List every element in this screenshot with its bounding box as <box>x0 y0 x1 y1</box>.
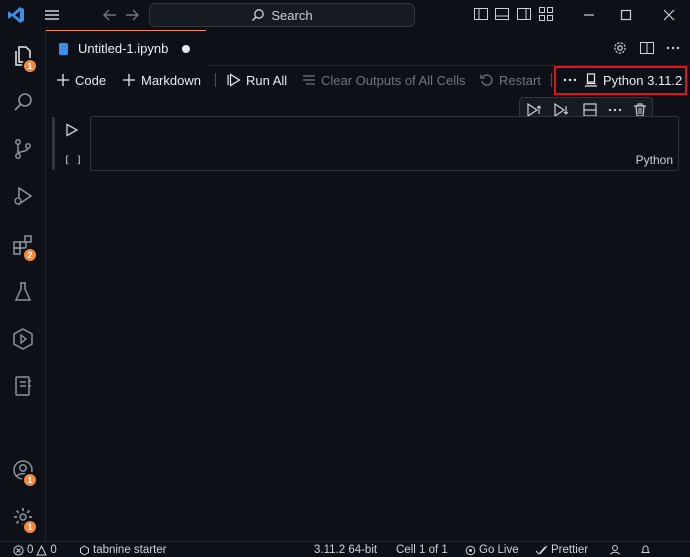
toggle-primary-sidebar-icon[interactable] <box>473 6 491 24</box>
explorer-badge: 1 <box>22 58 38 74</box>
customize-layout-icon[interactable] <box>538 6 556 24</box>
go-live-status[interactable]: Go Live <box>465 544 519 556</box>
clear-outputs-button[interactable]: Clear Outputs of All Cells <box>302 70 466 90</box>
prettier-status[interactable]: Prettier <box>535 544 588 556</box>
menu-icon[interactable] <box>43 6 61 24</box>
clear-all-icon <box>302 73 316 87</box>
source-control-item[interactable] <box>0 127 46 171</box>
run-all-button[interactable]: Run All <box>227 70 287 90</box>
tab-untitled-notebook[interactable]: Untitled-1.ipynb <box>46 30 206 66</box>
plus-icon <box>122 73 136 87</box>
extensions-item[interactable]: 2 <box>0 223 46 267</box>
tabnine-status[interactable]: tabnine starter <box>79 544 167 556</box>
restart-icon <box>480 73 494 87</box>
back-arrow-icon[interactable] <box>101 6 119 24</box>
tabnine-icon <box>79 544 90 556</box>
notebook-item[interactable] <box>0 364 46 408</box>
account-feedback-icon <box>609 544 621 555</box>
notebook-file-icon <box>58 42 70 56</box>
source-control-icon <box>11 137 35 161</box>
gear-icon[interactable] <box>612 40 628 56</box>
vscode-logo-icon <box>7 6 25 24</box>
feedback-status[interactable] <box>609 544 621 555</box>
bell-icon <box>640 544 651 555</box>
broadcast-icon <box>465 545 476 556</box>
explorer-item[interactable]: 1 <box>0 34 46 78</box>
add-code-cell-button[interactable]: Code <box>56 70 106 90</box>
plus-icon <box>56 73 70 87</box>
flask-icon <box>11 280 35 304</box>
toggle-panel-icon[interactable] <box>494 6 512 24</box>
remote-item[interactable] <box>0 317 46 361</box>
toolbar-divider <box>551 73 552 87</box>
kernel-highlight-box <box>554 66 687 95</box>
more-actions-icon[interactable] <box>665 40 681 56</box>
toolbar-divider <box>215 73 216 87</box>
code-cell-editor[interactable]: Python <box>90 116 679 171</box>
activity-bar: 1 2 1 1 <box>0 30 46 541</box>
unsaved-dot-icon[interactable] <box>182 44 191 53</box>
notebook-icon <box>11 374 35 398</box>
split-editor-icon[interactable] <box>639 40 655 56</box>
accounts-item[interactable]: 1 <box>0 448 46 492</box>
cell-language[interactable]: Python <box>636 153 673 167</box>
error-icon <box>13 544 24 556</box>
maximize-icon[interactable] <box>617 6 635 24</box>
search-box[interactable]: Search <box>149 3 415 27</box>
settings-item[interactable]: 1 <box>0 495 46 539</box>
settings-badge: 1 <box>22 519 38 535</box>
close-icon[interactable] <box>660 6 678 24</box>
run-cell-icon[interactable] <box>65 123 79 137</box>
double-check-icon <box>535 545 548 556</box>
toggle-secondary-sidebar-icon[interactable] <box>516 6 534 24</box>
problems-status[interactable]: 0 0 <box>13 544 57 556</box>
editor-tab-bar: Untitled-1.ipynb <box>46 30 690 66</box>
run-all-icon <box>227 73 241 87</box>
python-interpreter-status[interactable]: 3.11.2 64-bit <box>314 544 377 556</box>
run-debug-icon <box>11 184 35 208</box>
status-bar: 0 0 tabnine starter 3.11.2 64-bit Cell 1… <box>0 541 690 557</box>
title-bar: Search <box>0 0 690 30</box>
run-debug-item[interactable] <box>0 174 46 218</box>
minimize-icon[interactable] <box>580 6 598 24</box>
hexagon-play-icon <box>11 327 35 351</box>
tab-label: Untitled-1.ipynb <box>78 41 169 56</box>
notifications-status[interactable] <box>640 544 651 555</box>
execution-count: [ ] <box>64 155 83 166</box>
search-icon <box>251 8 265 22</box>
cell-focus-indicator <box>52 117 55 170</box>
search-item[interactable] <box>0 80 46 124</box>
add-markdown-cell-button[interactable]: Markdown <box>122 70 201 90</box>
accounts-badge: 1 <box>22 472 38 488</box>
search-label: Search <box>271 7 313 23</box>
search-icon <box>11 90 35 114</box>
warning-icon <box>36 544 48 556</box>
cell-position-status[interactable]: Cell 1 of 1 <box>396 544 448 556</box>
restart-button[interactable]: Restart <box>480 70 541 90</box>
extensions-badge: 2 <box>22 247 38 263</box>
forward-arrow-icon[interactable] <box>123 6 141 24</box>
testing-item[interactable] <box>0 270 46 314</box>
